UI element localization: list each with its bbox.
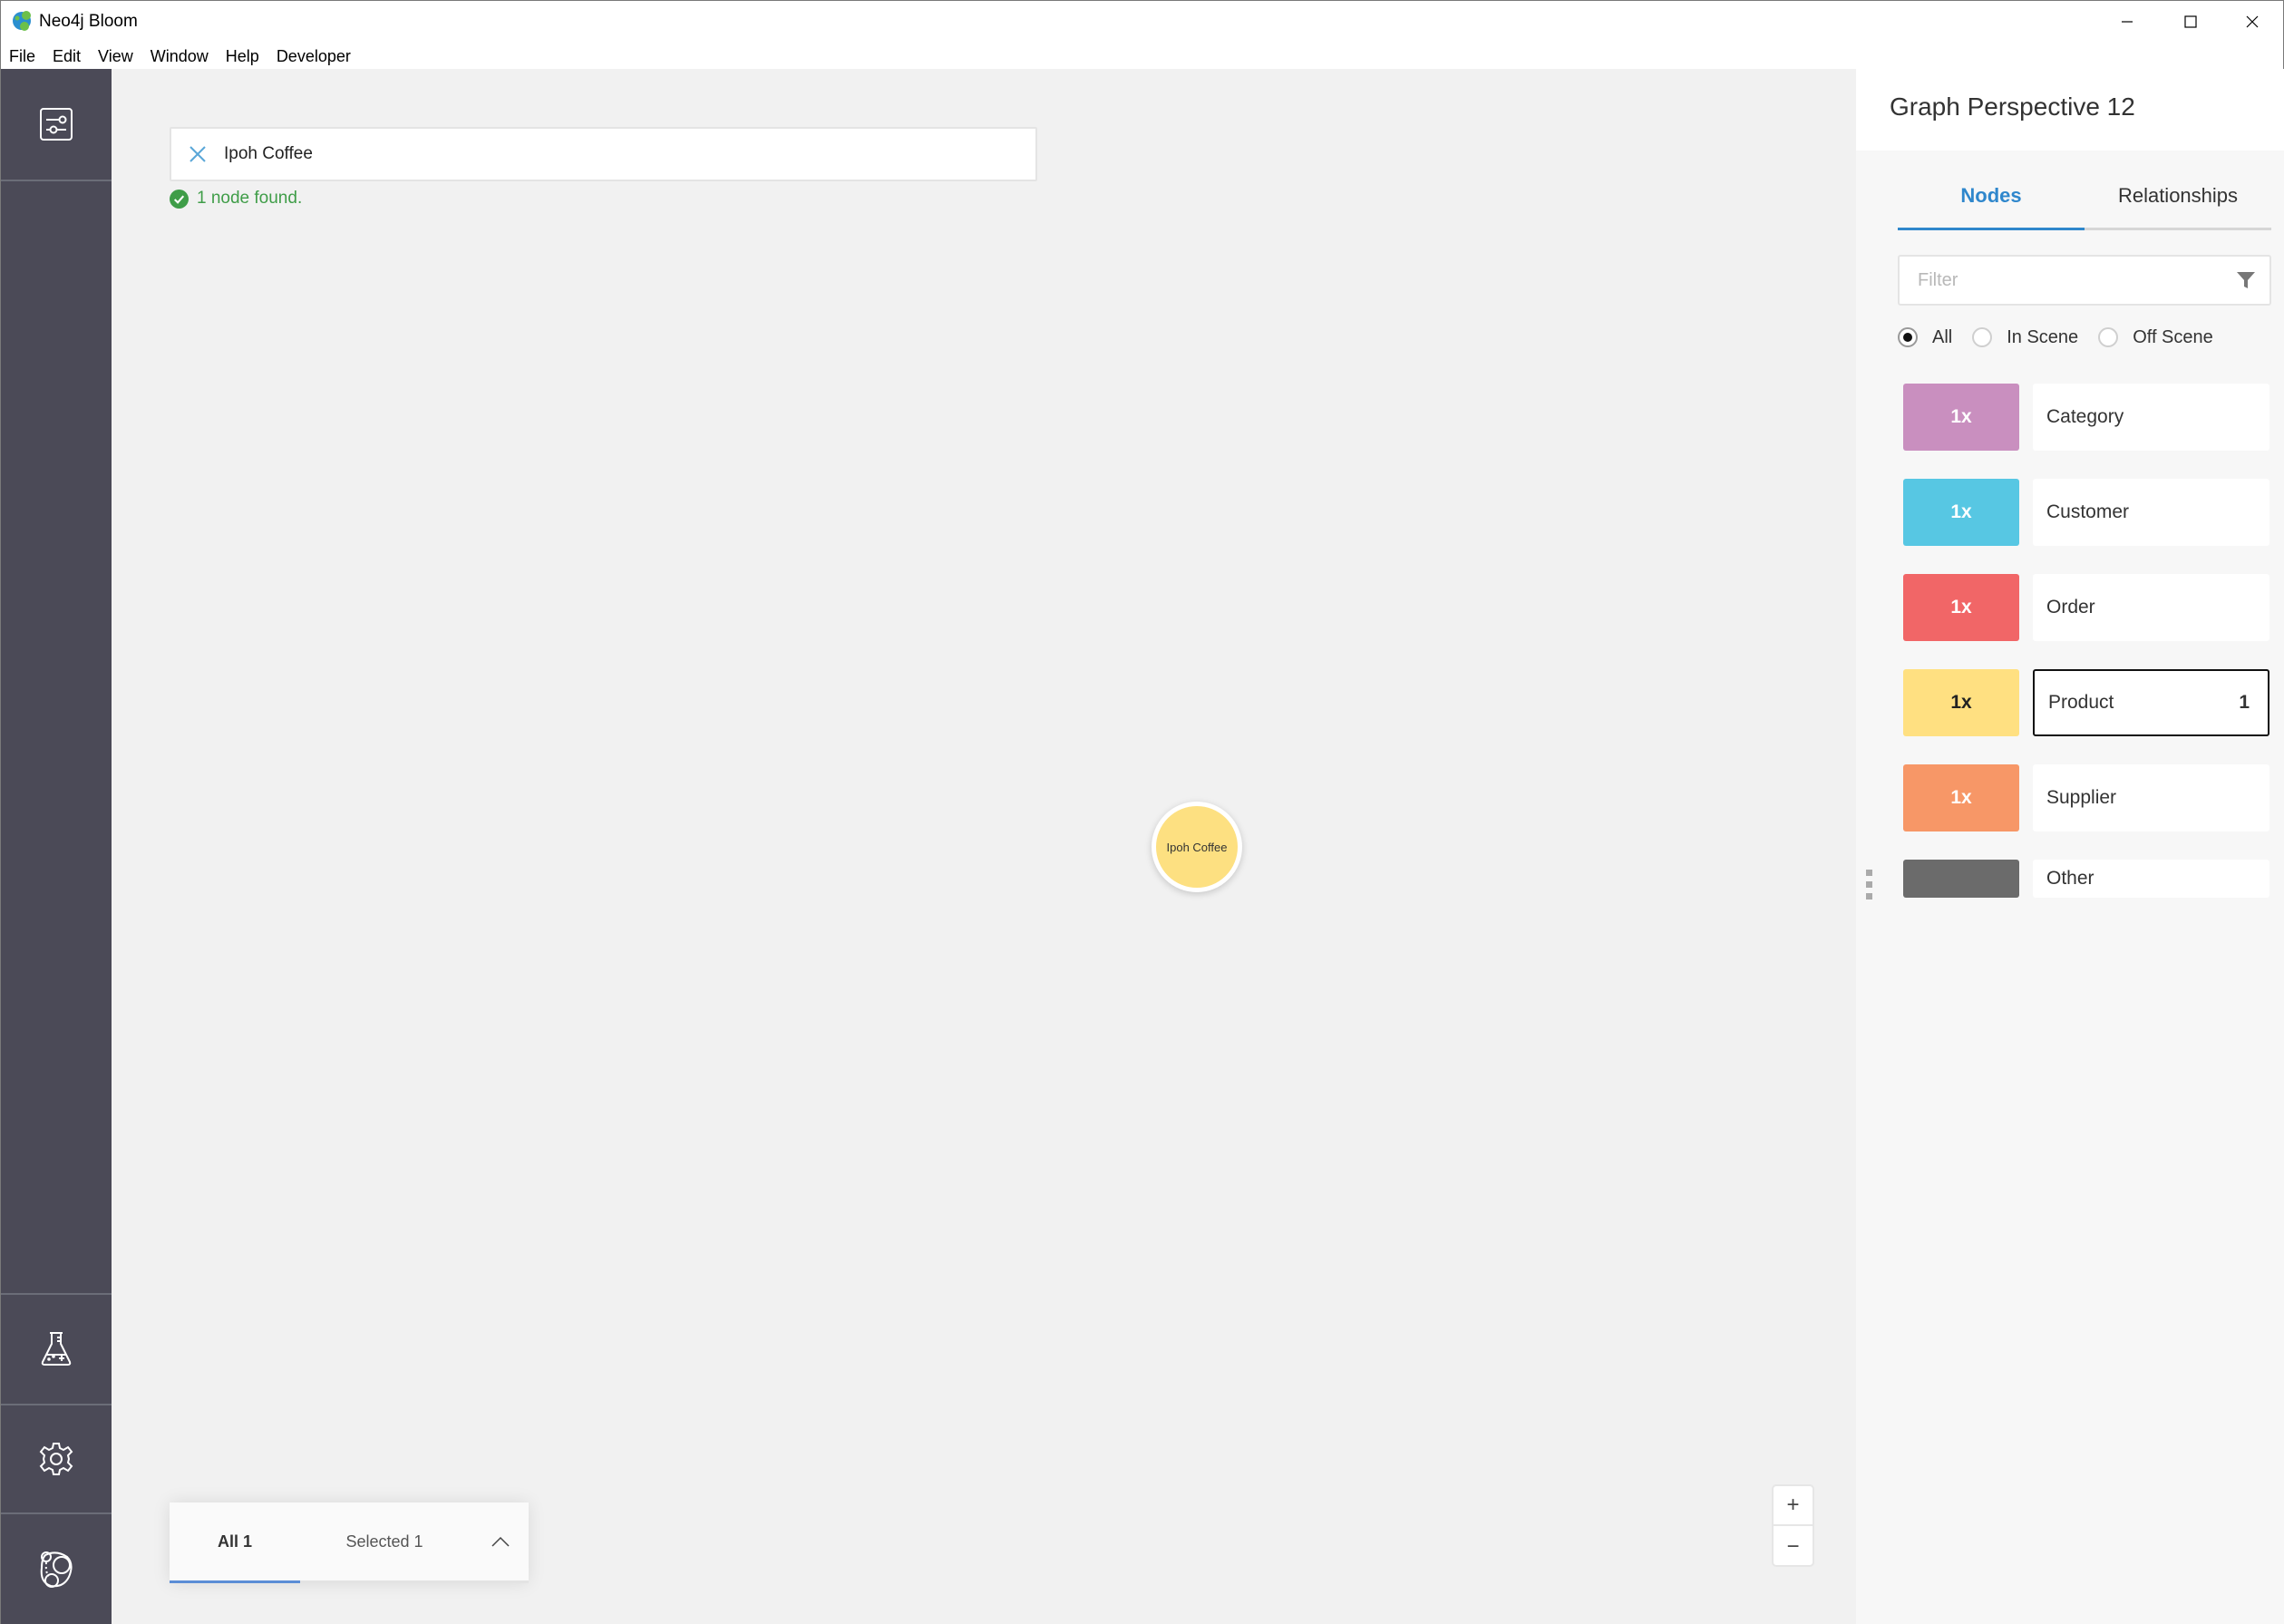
category-name: Category [2046,406,2124,427]
category-style-swatch[interactable]: 1x [1903,479,2019,546]
menu-bar: File Edit View Window Help Developer [1,43,2283,70]
zoom-in-button[interactable]: + [1774,1486,1813,1526]
radio-button[interactable] [1898,327,1918,347]
sidebar-divider [1,180,112,181]
category-label-button[interactable]: Customer [2033,479,2269,546]
category-label-button[interactable]: Other [2033,860,2269,898]
search-status-text: 1 node found. [197,189,303,208]
radio-label: In Scene [2007,326,2079,347]
category-style-swatch[interactable]: 1x [1903,764,2019,831]
node-label: Ipoh Coffee [1166,840,1228,854]
category-style-swatch[interactable] [1903,860,2019,898]
maximize-icon [2184,15,2197,28]
panel-resize-handle[interactable] [1866,870,1873,902]
radio-in-scene[interactable]: In Scene [1972,327,2078,348]
tab-relationships[interactable]: Relationships [2085,169,2271,223]
perspective-title: Graph Perspective 12 [1890,92,2135,121]
category-label-button[interactable]: Supplier [2033,764,2269,831]
filter-input[interactable] [1900,269,2235,291]
category-count: 1 [2239,692,2250,713]
category-name: Product [2048,692,2114,713]
tab-indicator [1898,228,2085,230]
expand-results-button[interactable] [487,1528,514,1555]
sliders-icon [40,108,73,141]
radio-off-scene[interactable]: Off Scene [2098,327,2213,348]
category-row-supplier: 1x Supplier [1903,764,2269,831]
window-title: Neo4j Bloom [39,12,138,31]
settings-button[interactable] [1,1405,112,1512]
radio-label: Off Scene [2133,326,2213,347]
minimize-button[interactable] [2095,1,2159,43]
left-sidebar [1,69,112,1624]
zoom-out-button[interactable]: − [1774,1527,1813,1567]
check-circle-icon [170,189,189,209]
bloom-logo-icon [40,1551,73,1588]
filter-icon[interactable] [2235,269,2257,291]
perspective-settings-button[interactable] [1,69,112,180]
category-row-category: 1x Category [1903,384,2269,451]
category-label-button[interactable]: Category [2033,384,2269,451]
search-bar[interactable] [170,127,1037,181]
tab-selected-results[interactable]: Selected 1 [300,1502,469,1581]
title-bar: Neo4j Bloom [1,1,2283,43]
filter-field[interactable] [1898,255,2271,306]
menu-developer[interactable]: Developer [277,47,351,66]
category-style-swatch[interactable]: 1x [1903,384,2019,451]
tab-nodes[interactable]: Nodes [1898,169,2085,223]
search-input[interactable] [224,144,1035,164]
category-label-button[interactable]: Order [2033,574,2269,641]
tab-all-results[interactable]: All 1 [170,1502,300,1581]
menu-help[interactable]: Help [226,47,259,66]
category-style-swatch[interactable]: 1x [1903,669,2019,736]
radio-button[interactable] [1972,327,1993,347]
category-label-button[interactable]: Product 1 [2033,669,2269,736]
perspective-panel: Graph Perspective 12 Nodes Relationships… [1856,69,2284,1624]
menu-edit[interactable]: Edit [53,47,81,66]
clear-search-button[interactable] [186,142,209,166]
menu-file[interactable]: File [9,47,35,66]
zoom-controls: + − [1772,1484,1814,1567]
search-status: 1 node found. [170,189,302,209]
category-row-other: Other [1903,860,2269,898]
results-panel: All 1 Selected 1 [170,1502,529,1583]
minimize-icon [2122,21,2133,23]
bloom-about-button[interactable] [1,1514,112,1624]
experimental-button[interactable] [1,1295,112,1404]
radio-label: All [1932,326,1953,347]
category-style-swatch[interactable]: 1x [1903,574,2019,641]
flask-icon [41,1332,72,1366]
category-row-product: 1x Product 1 [1903,669,2269,736]
maximize-button[interactable] [2159,1,2222,43]
close-icon [2246,15,2259,28]
radio-button[interactable] [2098,327,2119,347]
category-row-customer: 1x Customer [1903,479,2269,546]
category-name: Order [2046,597,2095,618]
chevron-up-icon [491,1536,510,1547]
perspective-header: Graph Perspective 12 [1856,69,2284,151]
results-tab-indicator [170,1580,300,1583]
category-name: Customer [2046,501,2130,522]
graph-canvas[interactable]: 1 node found. Ipoh Coffee All 1 Selected… [112,69,1856,1624]
category-name: Supplier [2046,787,2117,808]
menu-view[interactable]: View [98,47,133,66]
neo4j-bloom-logo-icon [13,11,31,31]
close-icon [190,146,206,162]
gear-icon [39,1443,73,1475]
graph-node[interactable]: Ipoh Coffee [1152,802,1242,892]
radio-all[interactable]: All [1898,327,1952,348]
app-window: Neo4j Bloom File Edit View Window Help D… [0,0,2284,1624]
category-row-order: 1x Order [1903,574,2269,641]
menu-window[interactable]: Window [151,47,209,66]
scene-filter-radios: All In Scene Off Scene [1898,325,2233,350]
category-name: Other [2046,868,2094,889]
close-button[interactable] [2221,1,2284,43]
